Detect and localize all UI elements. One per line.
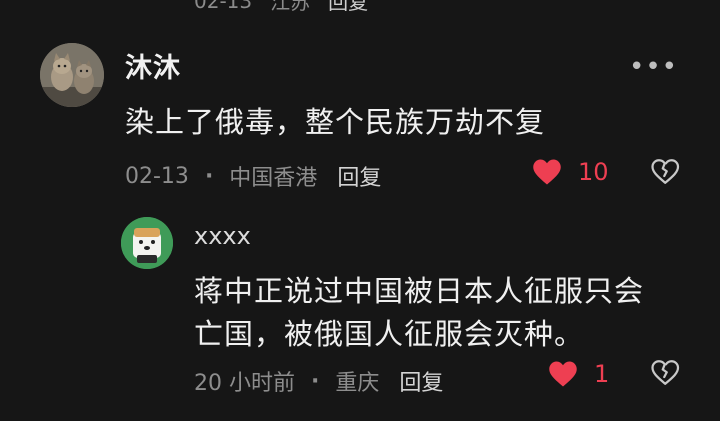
broken-heart-icon: [651, 159, 680, 184]
reply-reply-button[interactable]: 回复: [399, 365, 443, 397]
reply-like-button[interactable]: 1: [548, 360, 609, 388]
more-options-icon[interactable]: •••: [629, 52, 678, 82]
comment-meta: 02-13 · 中国香港 回复: [125, 160, 381, 192]
heart-icon: [549, 361, 577, 387]
reply-button[interactable]: 回复: [337, 160, 381, 192]
comment-time: 02-13: [125, 163, 189, 189]
reply-avatar[interactable]: [121, 217, 173, 269]
reply-time: 20 小时前: [194, 371, 295, 396]
comment-text: 染上了俄毒，整个民族万劫不复: [125, 105, 546, 139]
previous-comment-meta: 02-13 江苏 回复: [194, 0, 368, 15]
reply-dislike-button[interactable]: [650, 358, 680, 388]
previous-comment-reply-button[interactable]: 回复: [328, 0, 368, 15]
reply-meta: 20 小时前 · 重庆 回复: [194, 365, 443, 397]
dislike-button[interactable]: [650, 157, 680, 187]
reply-like-count: 1: [594, 360, 610, 388]
comment-username[interactable]: 沐沐: [125, 46, 181, 85]
heart-icon: [533, 159, 561, 185]
reply-text-line-1: 蒋中正说过中国被日本人征服只会: [194, 274, 645, 308]
separator-dot: ·: [204, 163, 214, 189]
separator-dot: ·: [311, 368, 320, 394]
like-button[interactable]: 10: [532, 158, 609, 186]
reply-text-line-2: 亡国，被俄国人征服会灭种。: [194, 317, 585, 351]
comment-location: 中国香港: [229, 166, 318, 191]
cat-avatar-image: [40, 43, 104, 107]
broken-heart-icon: [651, 360, 680, 385]
reply-location: 重庆: [335, 371, 380, 396]
like-count: 10: [578, 158, 609, 186]
avatar[interactable]: [40, 43, 104, 107]
reply-username[interactable]: xxxx: [194, 222, 251, 250]
cartoon-avatar-image: [121, 217, 173, 269]
previous-comment-time: 02-13: [194, 0, 253, 13]
previous-comment-location: 江苏: [270, 0, 311, 14]
